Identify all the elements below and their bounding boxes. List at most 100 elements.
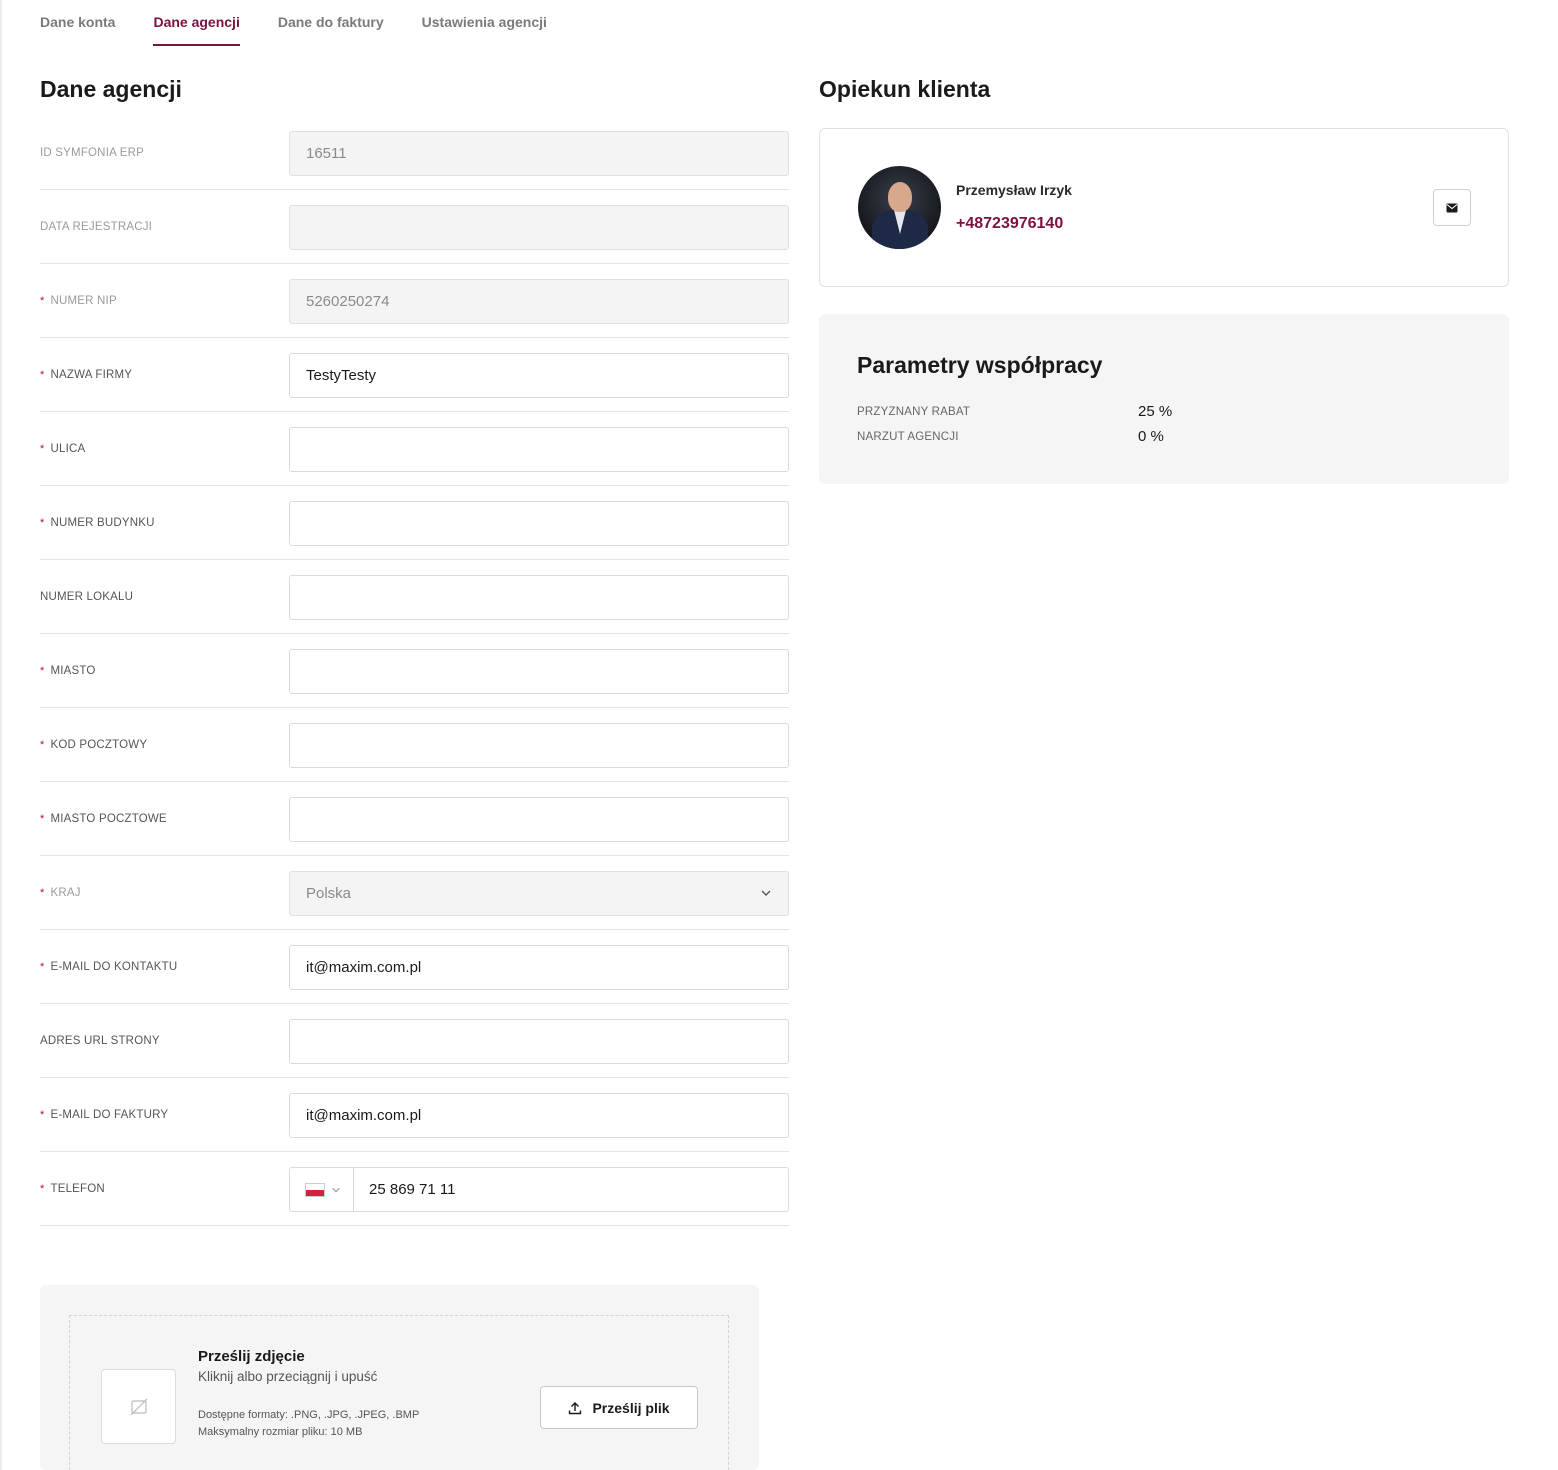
field-label: * E-MAIL DO KONTAKTU (40, 930, 177, 1003)
label-text: E-MAIL DO KONTAKTU (50, 960, 178, 973)
email-manager-button[interactable] (1433, 189, 1471, 226)
tab-dane-agencji[interactable]: Dane agencji (153, 0, 241, 46)
country-code-select[interactable] (290, 1168, 354, 1211)
required-mark: * (40, 1182, 45, 1195)
form-row-numer-budynku: * NUMER BUDYNKU (40, 486, 789, 560)
manager-title: Opiekun klienta (819, 76, 991, 102)
required-mark: * (40, 664, 45, 677)
tab-dane-do-faktury[interactable]: Dane do faktury (278, 0, 384, 46)
field-label: * ULICA (40, 412, 85, 485)
form-row-kod-pocztowy: * KOD POCZTOWY (40, 708, 789, 782)
markup-value: 0 % (1138, 428, 1164, 445)
label-text: ID SYMFONIA ERP (40, 146, 144, 159)
label-text: KOD POCZTOWY (50, 738, 148, 751)
required-mark: * (40, 294, 45, 307)
form-row-kraj: * KRAJ Polska (40, 856, 789, 930)
nazwa-firmy-input[interactable]: TestyTesty (289, 353, 789, 398)
email-kontakt-input[interactable]: it@maxim.com.pl (289, 945, 789, 990)
label-text: NAZWA FIRMY (50, 368, 133, 381)
manager-card: Przemysław Irzyk +48723976140 (819, 128, 1509, 287)
field-label: DATA REJESTRACJI (40, 190, 152, 263)
tab-ustawienia-agencji[interactable]: Ustawienia agencji (422, 0, 547, 46)
label-text: NUMER NIP (50, 294, 117, 307)
required-mark: * (40, 1108, 45, 1121)
label-text: KRAJ (50, 886, 81, 899)
form-row-email-faktura: * E-MAIL DO FAKTURY it@maxim.com.pl (40, 1078, 789, 1152)
no-image-icon (130, 1398, 147, 1415)
field-label: * MIASTO (40, 634, 96, 707)
discount-value: 25 % (1138, 403, 1173, 420)
form-row-email-kontakt: * E-MAIL DO KONTAKTU it@maxim.com.pl (40, 930, 789, 1004)
field-label: ADRES URL STRONY (40, 1004, 160, 1077)
miasto-pocztowe-input[interactable] (289, 797, 789, 842)
nip-field: 5260250274 (289, 279, 789, 324)
label-text: MIASTO (50, 664, 96, 677)
telefon-input[interactable]: 25 869 71 11 (369, 1181, 455, 1198)
required-mark: * (40, 516, 45, 529)
required-mark: * (40, 738, 45, 751)
tab-bar: Dane konta Dane agencji Dane do faktury … (40, 0, 585, 46)
manager-name: Przemysław Irzyk (956, 182, 1072, 198)
required-mark: * (40, 812, 45, 825)
poland-flag-icon (305, 1182, 325, 1197)
params-title: Parametry współpracy (857, 352, 1103, 378)
image-placeholder (101, 1369, 176, 1444)
numer-lokalu-input[interactable] (289, 575, 789, 620)
upload-formats: Dostępne formaty: .PNG, .JPG, .JPEG, .BM… (198, 1409, 420, 1421)
id-symfonia-field: 16511 (289, 131, 789, 176)
label-text: DATA REJESTRACJI (40, 220, 153, 233)
avatar (858, 166, 941, 249)
form-row-ulica: * ULICA (40, 412, 789, 486)
upload-file-button[interactable]: Prześlij plik (540, 1386, 698, 1429)
form-row-miasto: * MIASTO (40, 634, 789, 708)
cooperation-params-panel: Parametry współpracy PRZYZNANY RABAT 25 … (819, 314, 1509, 484)
avatar-head (888, 182, 912, 212)
upload-max-size: Maksymalny rozmiar pliku: 10 MB (198, 1426, 363, 1438)
field-label: * MIASTO POCZTOWE (40, 782, 167, 855)
manager-phone-link[interactable]: +48723976140 (956, 215, 1063, 233)
numer-budynku-input[interactable] (289, 501, 789, 546)
chevron-down-icon (761, 890, 771, 896)
field-label: * NUMER NIP (40, 264, 117, 337)
form-row-numer-lokalu: NUMER LOKALU (40, 560, 789, 634)
label-text: NUMER BUDYNKU (50, 516, 155, 529)
form-row-adres-url: ADRES URL STRONY (40, 1004, 789, 1078)
markup-label: NARZUT AGENCJI (857, 431, 959, 443)
photo-upload-panel: Prześlij zdjęcie Kliknij albo przeciągni… (40, 1285, 759, 1470)
kod-pocztowy-input[interactable] (289, 723, 789, 768)
form-row-miasto-pocztowe: * MIASTO POCZTOWE (40, 782, 789, 856)
upload-icon (569, 1401, 582, 1414)
field-label: NUMER LOKALU (40, 560, 133, 633)
form-row-nip: * NUMER NIP 5260250274 (40, 264, 789, 338)
ulica-input[interactable] (289, 427, 789, 472)
adres-url-input[interactable] (289, 1019, 789, 1064)
field-label: * KRAJ (40, 856, 81, 929)
label-text: TELEFON (50, 1182, 105, 1195)
form-row-telefon: * TELEFON 25 869 71 11 (40, 1152, 789, 1226)
tab-dane-konta[interactable]: Dane konta (40, 0, 115, 46)
form-title: Dane agencji (40, 76, 182, 102)
email-faktura-input[interactable]: it@maxim.com.pl (289, 1093, 789, 1138)
label-text: MIASTO POCZTOWE (50, 812, 167, 825)
form-row-data-rejestracji: DATA REJESTRACJI (40, 190, 789, 264)
field-label: ID SYMFONIA ERP (40, 116, 144, 189)
kraj-select-value: Polska (306, 885, 352, 902)
data-rejestracji-field (289, 205, 789, 250)
required-mark: * (40, 886, 45, 899)
upload-title: Prześlij zdjęcie (198, 1348, 305, 1365)
label-text: NUMER LOKALU (40, 590, 134, 603)
miasto-input[interactable] (289, 649, 789, 694)
label-text: E-MAIL DO FAKTURY (50, 1108, 169, 1121)
required-mark: * (40, 368, 45, 381)
field-label: * E-MAIL DO FAKTURY (40, 1078, 168, 1151)
chevron-down-icon (332, 1187, 340, 1192)
field-label: * NUMER BUDYNKU (40, 486, 155, 559)
agency-form: ID SYMFONIA ERP 16511 DATA REJESTRACJI *… (40, 116, 789, 1226)
form-row-nazwa-firmy: * NAZWA FIRMY TestyTesty (40, 338, 789, 412)
upload-button-label: Prześlij plik (592, 1399, 670, 1416)
telefon-field: 25 869 71 11 (289, 1167, 789, 1212)
field-label: * NAZWA FIRMY (40, 338, 132, 411)
field-label: * KOD POCZTOWY (40, 708, 147, 781)
required-mark: * (40, 442, 45, 455)
kraj-select: Polska (289, 871, 789, 916)
